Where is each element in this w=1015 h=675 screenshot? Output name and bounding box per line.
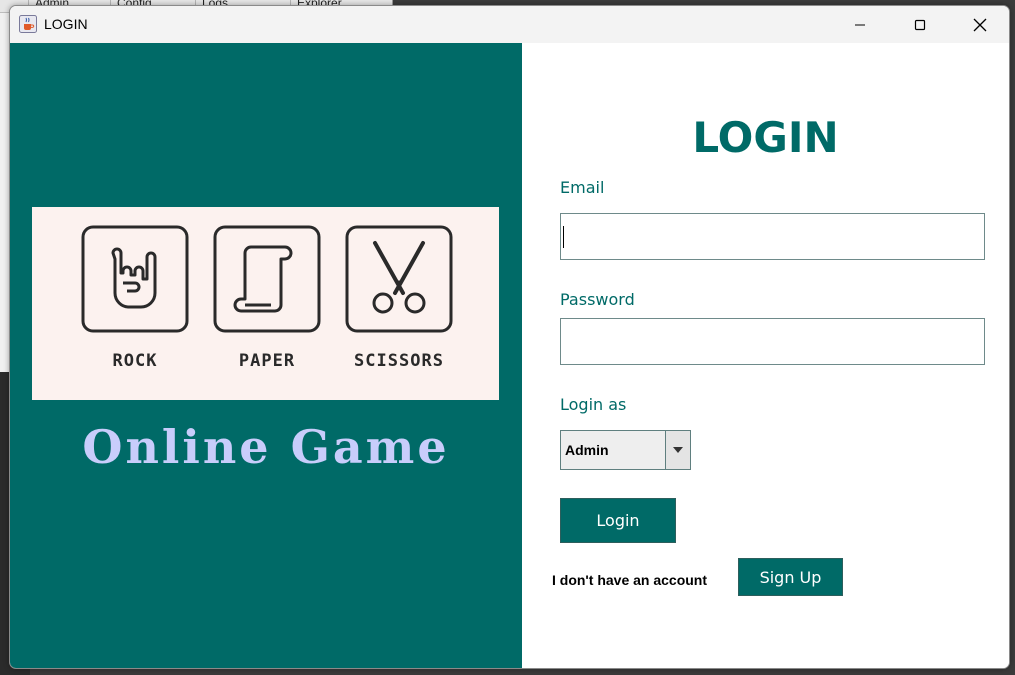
window-title: LOGIN	[44, 16, 88, 32]
rock-hand-icon	[81, 225, 189, 333]
dropdown-arrow-button[interactable]	[665, 431, 690, 469]
login-window: LOGIN ROCK PAPER SCISSORS Online Game LO…	[9, 5, 1010, 669]
paper-scroll-icon	[213, 225, 321, 333]
scissors-icon	[345, 225, 453, 333]
rock-paper-scissors-logo: ROCK PAPER SCISSORS	[32, 207, 499, 400]
close-button[interactable]	[951, 6, 1009, 43]
minimize-button[interactable]	[831, 6, 889, 43]
password-label: Password	[560, 290, 635, 309]
password-field[interactable]	[560, 318, 985, 365]
chevron-down-icon	[673, 447, 683, 453]
no-account-text: I don't have an account	[552, 572, 708, 588]
login-form-panel: LOGIN Email Password Login as Admin Logi…	[522, 43, 1009, 668]
logo-caption-paper: PAPER	[238, 351, 296, 371]
close-icon	[973, 18, 987, 31]
branding-panel: ROCK PAPER SCISSORS Online Game	[10, 43, 522, 668]
java-cup-icon	[19, 15, 37, 33]
login-heading: LOGIN	[692, 113, 839, 162]
sign-up-button[interactable]: Sign Up	[738, 558, 843, 596]
login-as-dropdown[interactable]: Admin	[560, 430, 691, 470]
maximize-button[interactable]	[891, 6, 949, 43]
text-caret	[563, 226, 564, 248]
email-field[interactable]	[560, 213, 985, 260]
maximize-icon	[914, 19, 926, 30]
login-as-selected: Admin	[565, 442, 609, 458]
online-game-title: Online Game	[82, 420, 450, 474]
logo-caption-rock: ROCK	[112, 351, 158, 371]
title-bar[interactable]: LOGIN	[10, 6, 1009, 43]
minimize-icon	[855, 24, 865, 25]
email-label: Email	[560, 178, 605, 197]
login-as-label: Login as	[560, 395, 627, 414]
logo-caption-scissors: SCISSORS	[354, 351, 444, 371]
login-button[interactable]: Login	[560, 498, 676, 543]
